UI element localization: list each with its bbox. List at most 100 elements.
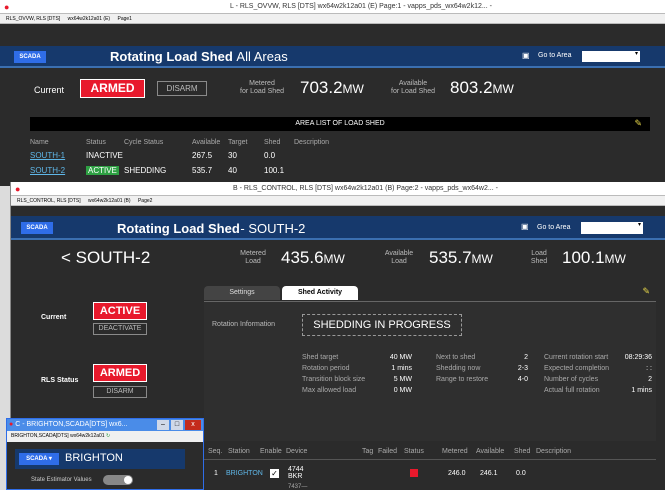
app-icon: ●: [15, 184, 21, 194]
edit-icon[interactable]: ✎: [634, 118, 642, 129]
shedding-banner: SHEDDING IN PROGRESS: [302, 314, 462, 336]
edit-icon[interactable]: ✎: [642, 286, 650, 297]
rls-status-label: RLS Status: [41, 377, 79, 384]
disarm-button[interactable]: DISARM: [93, 386, 147, 398]
back-area-link[interactable]: < SOUTH-2: [61, 248, 150, 268]
page-title: Rotating Load Shed - SOUTH-2: [117, 221, 305, 236]
area-name-link[interactable]: SOUTH-2: [30, 163, 86, 178]
available-value: 803.2MW: [450, 78, 514, 98]
tab-host[interactable]: wx64w2k12a01 (E): [68, 16, 111, 22]
window-brighton: ● C - BRIGHTON,SCADA[DTS] wx6... – □ x B…: [6, 418, 204, 490]
table-row[interactable]: SOUTH-1 INACTIVE 267.5 30 0.0: [30, 148, 650, 163]
col-failed: Failed: [378, 448, 398, 455]
table-row[interactable]: SOUTH-2 ACTIVE SHEDDING 535.7 40 100.1: [30, 163, 650, 178]
chevron-down-icon: ▾: [637, 222, 641, 228]
status-indicator: [410, 469, 418, 477]
page-title-text: Rotating Load Shed: [117, 221, 240, 236]
metered-number: 435.6: [281, 248, 324, 267]
minimize-button[interactable]: –: [157, 420, 169, 430]
tab-shed-activity[interactable]: Shed Activity: [282, 286, 358, 300]
close-button[interactable]: x: [185, 420, 201, 430]
available-number: 535.7: [429, 248, 472, 267]
go-to-area-dropdown[interactable]: ▾: [582, 51, 640, 62]
current-label: Current: [34, 85, 65, 95]
col-name: Name: [30, 139, 49, 146]
window-title-bar[interactable]: ● L - RLS_OVVW, RLS [DTS] wx64w2k12a01 (…: [0, 0, 665, 14]
info-row: Max allowed load 0 MW: [302, 385, 412, 396]
feeder-device: 4744 BKR: [288, 466, 304, 480]
metered-value: 703.2MW: [300, 78, 364, 98]
scada-button[interactable]: SCADA: [14, 51, 46, 63]
scada-button[interactable]: SCADA: [21, 222, 53, 234]
tab-host[interactable]: wx64w2k12a01: [70, 433, 104, 439]
area-name: SOUTH-2: [75, 248, 151, 267]
tab-source[interactable]: RLS_OVVW, RLS [DTS]: [6, 16, 60, 22]
page-title: BRIGHTON: [65, 452, 123, 464]
area-status: ACTIVE: [86, 163, 124, 178]
area-available: 535.7: [192, 166, 213, 175]
shed-number: 100.1: [562, 248, 605, 267]
page-header: SCADA Rotating Load Shed - SOUTH-2 ▣ Go …: [11, 216, 665, 240]
shed-activity-panel: Rotation Information SHEDDING IN PROGRES…: [204, 301, 656, 441]
area-status: INACTIVE: [86, 151, 123, 160]
go-to-area-label: Go to Area: [537, 224, 571, 231]
info-value: 2: [648, 376, 652, 383]
window-title: B - RLS_CONTROL, RLS [DTS] wx64w2k12a01 …: [233, 185, 498, 192]
info-col-1: Shed target 40 MW Rotation period 1 mins T…: [302, 352, 412, 396]
info-row: Transition block size 5 MW: [302, 374, 412, 385]
load-shed-label: Load Shed: [530, 250, 548, 265]
area-name-link[interactable]: SOUTH-1: [30, 148, 86, 163]
state-estimator-label: State Estimator Values: [31, 477, 92, 483]
window-tab-bar: RLS_OVVW, RLS [DTS] wx64w2k12a01 (E) Pag…: [0, 14, 665, 24]
tab-host[interactable]: wx64w2k12a01 (B): [88, 198, 131, 204]
page-subtitle: - SOUTH-2: [240, 221, 306, 236]
info-key: Range to restore: [436, 376, 489, 383]
deactivate-button[interactable]: DEACTIVATE: [93, 323, 147, 335]
available-unit: MW: [471, 252, 493, 266]
info-value: 08:29:36: [624, 354, 652, 361]
load-shed-value: 100.1MW: [562, 248, 626, 268]
table-row[interactable]: 1 BRIGHTON ✓ 4744 BKR 246.0 246.1 0.0: [204, 464, 656, 484]
enable-checkbox[interactable]: ✓: [270, 469, 279, 478]
info-value: 0 MW: [393, 387, 412, 394]
tab-source[interactable]: RLS_CONTROL, RLS [DTS]: [17, 198, 81, 204]
tab-settings[interactable]: Settings: [204, 286, 280, 300]
tab-source[interactable]: BRIGHTON,SCADA[DTS]: [11, 433, 69, 439]
info-row: Number of cycles 2: [544, 374, 652, 385]
col-tag: Tag: [362, 448, 374, 455]
info-key: Next to shed: [436, 354, 476, 361]
scada-label: SCADA: [26, 456, 48, 462]
go-to-area-dropdown[interactable]: ▾: [581, 222, 643, 234]
refresh-icon[interactable]: ↻: [106, 433, 110, 439]
disarm-button[interactable]: DISARM: [157, 81, 207, 96]
feeder-table: Seq. Station Enable Device Tag Failed St…: [204, 442, 656, 490]
info-value: : :: [646, 365, 652, 372]
info-col-2: Next to shed 2 Shedding now 2-3 Range to r…: [436, 352, 528, 385]
available-label: Available for Load Shed: [391, 80, 435, 95]
maximize-button[interactable]: □: [171, 420, 183, 430]
col-metered: Metered: [442, 448, 468, 455]
info-row: Actual full rotation 1 mins: [544, 385, 652, 396]
window-title-bar[interactable]: ● C - BRIGHTON,SCADA[DTS] wx6... – □ x: [7, 419, 203, 431]
tab-page[interactable]: Page2: [138, 198, 152, 204]
col-cycle-status: Cycle Status: [124, 139, 164, 146]
app-icon: ●: [9, 421, 14, 428]
scada-button[interactable]: SCADA ▾: [19, 453, 59, 465]
area-list-title: AREA LIST OF LOAD SHED: [295, 120, 385, 127]
window-title-bar[interactable]: ● B - RLS_CONTROL, RLS [DTS] wx64w2k12a0…: [11, 182, 665, 196]
area-icon: ▣: [521, 222, 529, 231]
available-load-label: Available Load: [384, 250, 414, 265]
state-estimator-toggle[interactable]: [103, 475, 133, 485]
available-unit: MW: [492, 82, 514, 96]
info-value: 4-0: [517, 376, 528, 383]
area-list-table: Name Status Cycle Status Available Targe…: [30, 137, 650, 178]
area-target: 40: [228, 166, 237, 175]
feeder-station-link[interactable]: BRIGHTON: [226, 470, 263, 477]
feeder-seq: 1: [214, 470, 218, 477]
info-key: Max allowed load: [302, 387, 357, 394]
feeder-shed: 0.0: [516, 470, 526, 477]
metered-load-label: Metered Load: [240, 250, 266, 265]
col-description: Description: [536, 448, 572, 455]
tab-page[interactable]: Page1: [118, 16, 132, 22]
rotation-info-label: Rotation Information: [212, 321, 276, 328]
